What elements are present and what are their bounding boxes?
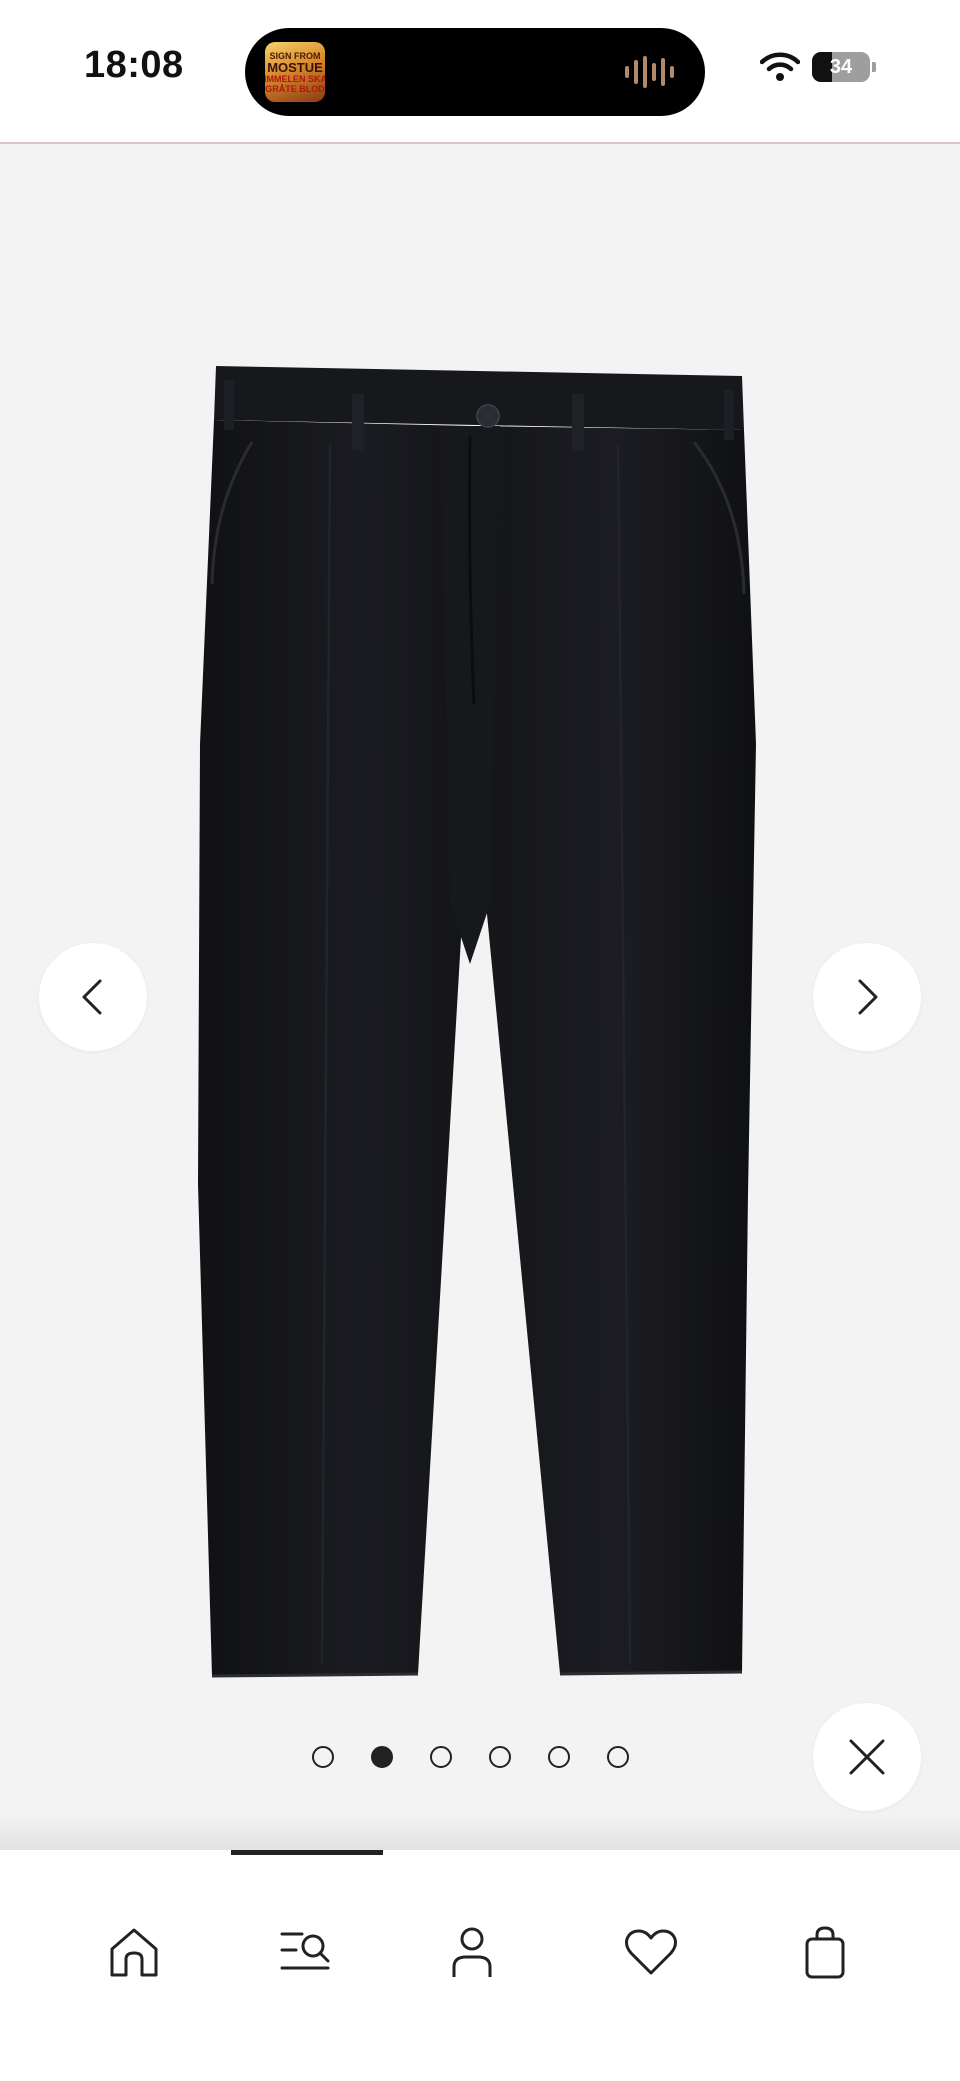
now-playing-artwork: SIGN FROM MOSTUE HIMMELEN SKAL GRÅTE BLO… xyxy=(265,42,325,102)
nav-item-favorites[interactable] xyxy=(601,1902,701,2002)
chevron-left-icon xyxy=(82,979,102,1015)
shopping-bag-icon xyxy=(805,1926,845,1979)
close-gallery-button[interactable] xyxy=(813,1703,921,1811)
pagination-dot[interactable] xyxy=(312,1746,334,1768)
trousers-left-leg xyxy=(198,420,472,1676)
user-icon xyxy=(452,1927,492,1977)
active-tab-indicator xyxy=(231,1850,383,1855)
nav-item-search[interactable] xyxy=(256,1902,356,2002)
product-gallery-screen: 18:08 SIGN FROM MOSTUE HIMMELEN SKAL GRÅ… xyxy=(0,0,960,2081)
home-icon xyxy=(110,1928,158,1977)
pagination-dot-active[interactable] xyxy=(371,1746,393,1768)
gallery-bottom-shadow xyxy=(0,1814,960,1850)
nav-item-shopping-bag[interactable] xyxy=(775,1902,875,2002)
artwork-line-2: MOSTUE xyxy=(267,59,323,75)
next-image-button[interactable] xyxy=(813,943,921,1051)
status-bar: 18:08 SIGN FROM MOSTUE HIMMELEN SKAL GRÅ… xyxy=(0,0,960,142)
trousers-button xyxy=(476,404,500,428)
pagination-dot[interactable] xyxy=(430,1746,452,1768)
bottom-navigation-bar xyxy=(0,1850,960,2081)
pagination-dot[interactable] xyxy=(548,1746,570,1768)
pagination-dot[interactable] xyxy=(489,1746,511,1768)
wifi-icon xyxy=(760,52,800,81)
heart-icon xyxy=(625,1929,677,1975)
audio-waveform-icon xyxy=(625,56,674,88)
status-time: 18:08 xyxy=(84,44,184,86)
search-menu-icon xyxy=(280,1932,330,1970)
artwork-line-4: GRÅTE BLOD xyxy=(265,83,325,94)
trousers-right-leg xyxy=(472,426,756,1674)
previous-image-button[interactable] xyxy=(39,943,147,1051)
dynamic-island[interactable]: SIGN FROM MOSTUE HIMMELEN SKAL GRÅTE BLO… xyxy=(245,28,705,116)
battery-indicator: 34 xyxy=(812,52,876,82)
chevron-right-icon xyxy=(858,979,878,1015)
close-icon xyxy=(849,1739,885,1775)
image-pagination-dots xyxy=(312,1744,629,1770)
battery-percent: 34 xyxy=(829,55,853,78)
nav-item-account[interactable] xyxy=(422,1902,522,2002)
nav-item-home[interactable] xyxy=(84,1902,184,2002)
battery-level xyxy=(812,52,832,82)
artwork-line-3: HIMMELEN SKAL xyxy=(265,73,325,84)
status-indicators: 34 xyxy=(760,52,876,82)
product-image-gallery[interactable] xyxy=(0,144,960,1850)
pagination-dot[interactable] xyxy=(607,1746,629,1768)
artwork-line-1: SIGN FROM xyxy=(269,50,321,61)
